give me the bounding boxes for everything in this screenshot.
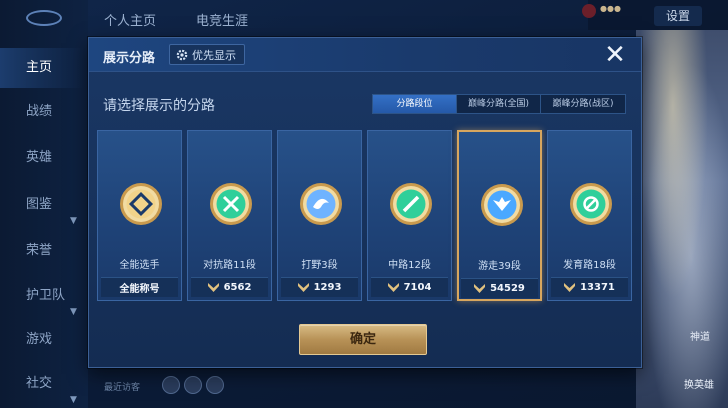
route-card-stat-value: 7104: [403, 282, 432, 293]
sidebar-item-games[interactable]: 游戏: [0, 320, 84, 360]
modal-prompt: 请选择展示的分路: [103, 98, 215, 114]
close-button[interactable]: ✕: [601, 42, 629, 68]
sidebar-item-label: 战绩: [26, 104, 53, 119]
sidebar-item-label: 护卫队: [26, 288, 66, 303]
route-card-mid[interactable]: 中路12段 7104: [367, 130, 452, 301]
change-hero-button[interactable]: 换英雄: [684, 376, 714, 391]
sidebar-item-social[interactable]: 社交 ▼: [0, 364, 84, 405]
game-logo: [26, 10, 62, 26]
hero-portrait: [636, 30, 728, 408]
route-card-list: 全能选手 全能称号 对抗路11段 6562 打野3段 1293 中路12段 7104 游走39段…: [97, 130, 632, 307]
priority-display-button[interactable]: 优先显示: [169, 44, 245, 65]
gear-icon: [176, 49, 188, 60]
route-tab-group: 分路段位 巅峰分路(全国) 巅峰分路(战区): [372, 94, 626, 114]
sidebar-item-label: 荣誉: [26, 243, 53, 258]
route-card-roam[interactable]: 游走39段 54529: [457, 130, 542, 301]
route-card-name: 对抗路11段: [203, 260, 256, 271]
route-card-stat: 54529: [461, 278, 538, 298]
sidebar-item-honor[interactable]: 荣誉: [0, 231, 84, 271]
roam-badge-icon: [481, 184, 523, 226]
route-card-clash[interactable]: 对抗路11段 6562: [187, 130, 272, 301]
route-card-stat-value: 6562: [223, 282, 252, 293]
sidebar-item-heroes[interactable]: 英雄: [0, 138, 84, 178]
chevron-down-icon: ▼: [70, 395, 77, 405]
tab-peak-region[interactable]: 巅峰分路(战区): [541, 95, 625, 113]
recent-visitors-label: 最近访客: [104, 383, 141, 393]
hero-label[interactable]: 神道: [690, 328, 710, 343]
avatar[interactable]: [206, 376, 224, 394]
power-chevron-icon: [207, 283, 219, 292]
mid-badge-icon: [390, 183, 432, 225]
jungle-badge-icon: [300, 183, 342, 225]
sidebar-item-label: 社交: [26, 376, 53, 391]
route-card-stat-value: 13371: [580, 282, 615, 293]
power-chevron-icon: [297, 283, 309, 292]
route-card-stat: 全能称号: [101, 277, 178, 297]
confirm-button[interactable]: 确定: [299, 324, 427, 355]
status-text: ●●●: [600, 4, 621, 13]
tab-route-rank[interactable]: 分路段位: [373, 95, 457, 113]
sidebar-item-label: 主页: [26, 60, 53, 75]
sidebar-item-record[interactable]: 战绩: [0, 92, 84, 132]
route-card-farm[interactable]: 发育路18段 13371: [547, 130, 632, 301]
modal-header: 展示分路 优先显示 ✕: [89, 38, 641, 72]
sidebar-item-label: 游戏: [26, 332, 53, 347]
power-chevron-icon: [474, 284, 486, 293]
avatar[interactable]: [162, 376, 180, 394]
modal-title: 展示分路: [103, 51, 156, 66]
power-chevron-icon: [564, 283, 576, 292]
sidebar: 主页 战绩 英雄 图鉴 ▼ 荣誉 护卫队 ▼ 游戏 社交 ▼: [0, 0, 88, 408]
sidebar-item-guard[interactable]: 护卫队 ▼: [0, 276, 84, 317]
tab-peak-national[interactable]: 巅峰分路(全国): [457, 95, 541, 113]
settings-button[interactable]: 设置: [654, 6, 702, 26]
avatar[interactable]: [582, 4, 596, 18]
route-card-stat: 13371: [551, 277, 628, 297]
farm-badge-icon: [570, 183, 612, 225]
sidebar-item-home[interactable]: 主页: [0, 48, 84, 88]
route-card-stat-value: 全能称号: [119, 284, 160, 295]
route-card-stat: 7104: [371, 277, 448, 297]
route-card-jungle[interactable]: 打野3段 1293: [277, 130, 362, 301]
route-card-stat: 1293: [281, 277, 358, 297]
allround-badge-icon: [120, 183, 162, 225]
sidebar-item-label: 图鉴: [26, 197, 53, 212]
route-card-name: 中路12段: [388, 260, 431, 271]
tab-profile[interactable]: 个人主页: [104, 10, 156, 29]
route-card-stat: 6562: [191, 277, 268, 297]
route-card-name: 全能选手: [119, 260, 160, 271]
route-card-name: 打野3段: [301, 260, 338, 271]
priority-display-label: 优先显示: [192, 48, 236, 62]
sidebar-item-label: 英雄: [26, 150, 53, 165]
route-card-allround[interactable]: 全能选手 全能称号: [97, 130, 182, 301]
route-card-stat-value: 1293: [313, 282, 342, 293]
power-chevron-icon: [387, 283, 399, 292]
sidebar-item-codex[interactable]: 图鉴 ▼: [0, 185, 84, 226]
tab-esports[interactable]: 电竞生涯: [196, 10, 248, 29]
avatar[interactable]: [184, 376, 202, 394]
route-display-modal: 展示分路 优先显示 ✕ 请选择展示的分路 分路段位 巅峰分路(全国) 巅峰分路(…: [88, 37, 642, 368]
route-card-name: 游走39段: [478, 261, 521, 272]
clash-badge-icon: [210, 183, 252, 225]
route-card-stat-value: 54529: [490, 283, 525, 294]
route-card-name: 发育路18段: [563, 260, 616, 271]
